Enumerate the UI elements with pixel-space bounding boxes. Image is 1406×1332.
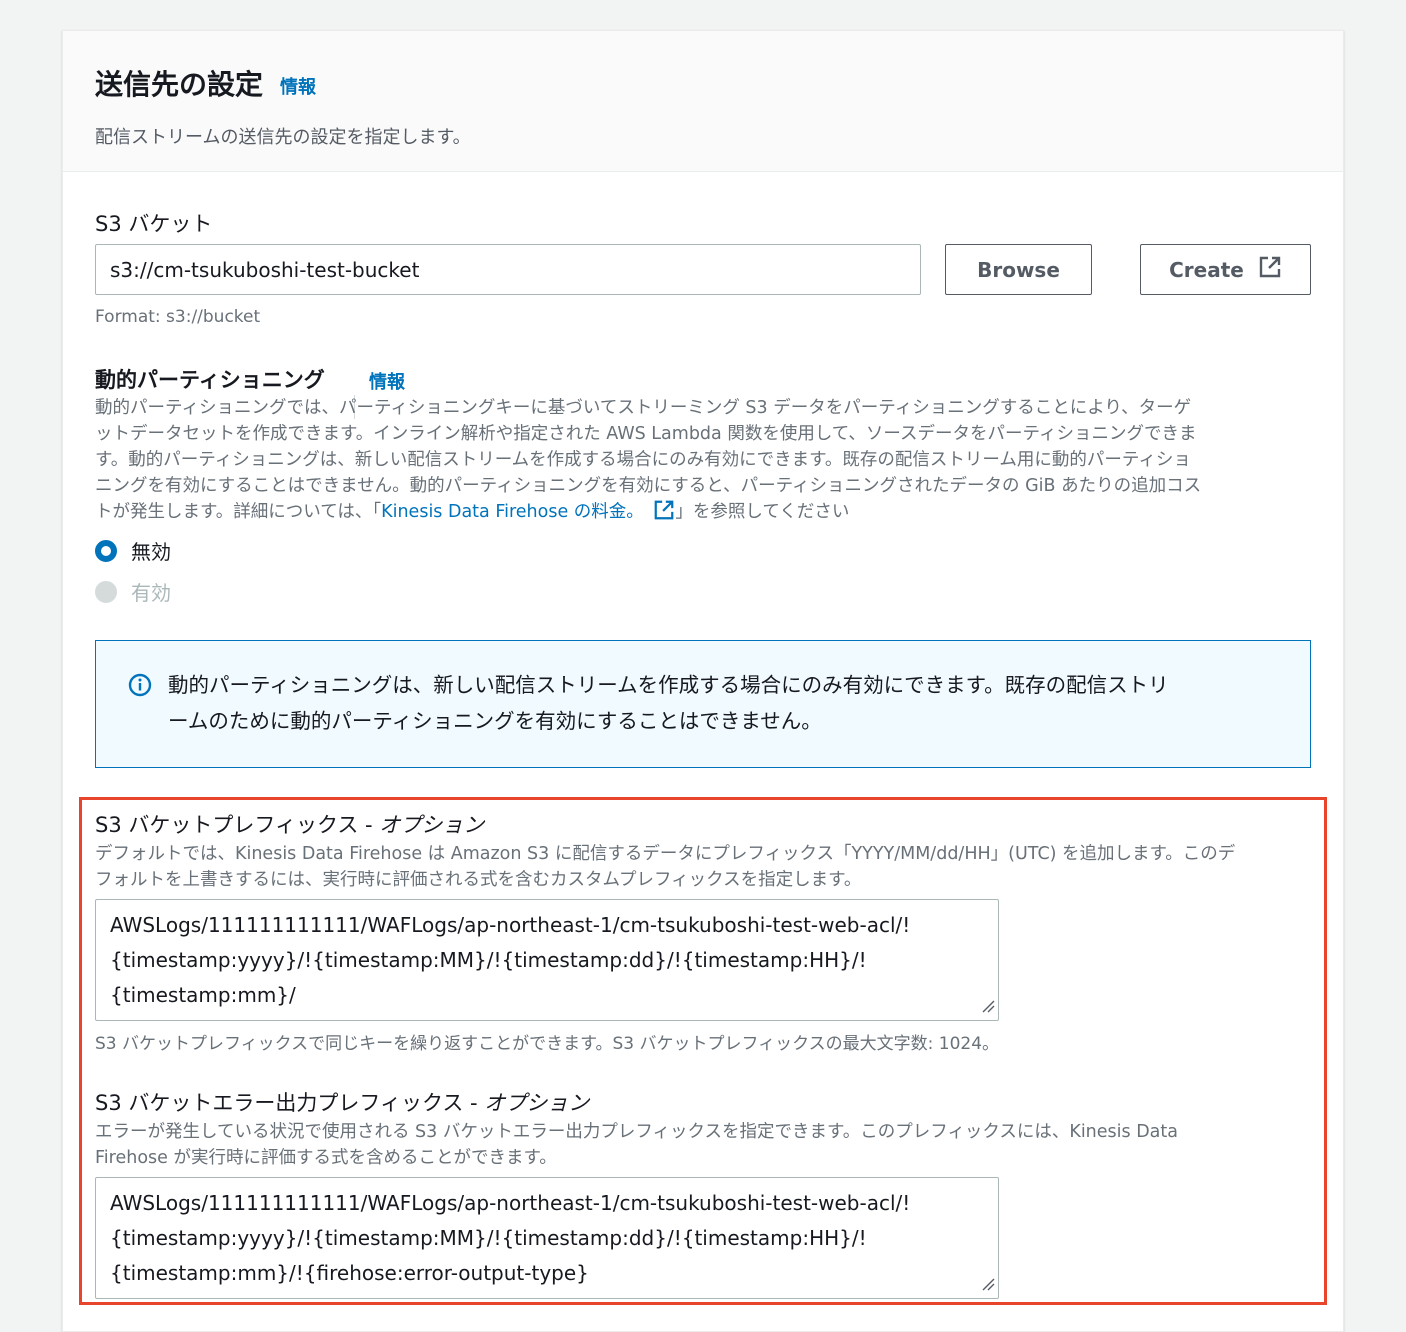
pricing-link-label: Kinesis Data Firehose の料金。 bbox=[381, 502, 644, 522]
radio-enabled-option: 有効 bbox=[95, 577, 171, 606]
radio-disabled-option[interactable]: 無効 bbox=[95, 536, 171, 565]
browse-button-label: Browse bbox=[977, 257, 1060, 282]
s3-bucket-label: S3 バケット bbox=[95, 212, 213, 236]
dynamic-partitioning-info-link[interactable]: 情報 bbox=[369, 368, 405, 394]
description-line: トが発生します。詳細については、「Kinesis Data Firehose の… bbox=[95, 499, 1311, 529]
pricing-link[interactable]: Kinesis Data Firehose の料金。 bbox=[381, 500, 675, 522]
header-info-link[interactable]: 情報 bbox=[280, 73, 316, 99]
alert-line: 動的パーティショニングは、新しい配信ストリームを作成する場合にのみ有効にできます… bbox=[168, 673, 1169, 697]
external-link-icon bbox=[653, 499, 675, 529]
info-circle-icon bbox=[128, 673, 152, 701]
browse-button[interactable]: Browse bbox=[945, 244, 1092, 295]
header-description: 配信ストリームの送信先の設定を指定します。 bbox=[95, 127, 471, 148]
description-text: 」を参照してください bbox=[675, 502, 850, 522]
description-line: ットデータセットを作成できます。インライン解析や指定された AWS Lambda… bbox=[95, 424, 1197, 444]
alert-line: ームのために動的パーティショニングを有効にすることはできません。 bbox=[168, 709, 822, 733]
s3-bucket-format-hint: Format: s3://bucket bbox=[95, 307, 261, 327]
alert-text: 動的パーティショニングは、新しい配信ストリームを作成する場合にのみ有効にできます… bbox=[168, 667, 1278, 739]
dynamic-partitioning-description: 動的パーティショニングでは、パーティショニングキーに基づいてストリーミング S3… bbox=[95, 395, 1311, 529]
radio-label: 有効 bbox=[131, 581, 171, 605]
description-line: 動的パーティショニングでは、パーティショニングキーに基づいてストリーミング S3… bbox=[95, 398, 1192, 418]
panel-header: 送信先の設定 情報 配信ストリームの送信先の設定を指定します。 bbox=[63, 31, 1343, 172]
highlight-box bbox=[79, 797, 1327, 1305]
info-alert: 動的パーティショニングは、新しい配信ストリームを作成する場合にのみ有効にできます… bbox=[95, 640, 1311, 768]
description-text: トが発生します。詳細については、「 bbox=[95, 502, 382, 522]
description-line: す。動的パーティショニングは、新しい配信ストリームを作成する場合にのみ有効にでき… bbox=[95, 450, 1191, 470]
create-button[interactable]: Create bbox=[1140, 244, 1311, 295]
create-button-label: Create bbox=[1169, 257, 1244, 282]
radio-button-checked[interactable] bbox=[95, 539, 117, 562]
radio-label: 無効 bbox=[131, 540, 171, 564]
description-line: ニングを有効にすることはできません。動的パーティショニングを有効にすると、パーテ… bbox=[95, 476, 1202, 496]
dynamic-partitioning-label: 動的パーティショニング bbox=[95, 368, 325, 392]
external-link-icon bbox=[1258, 255, 1282, 284]
radio-button-disabled bbox=[95, 580, 117, 603]
page-title: 送信先の設定 bbox=[95, 68, 264, 101]
s3-bucket-input[interactable] bbox=[95, 244, 921, 295]
